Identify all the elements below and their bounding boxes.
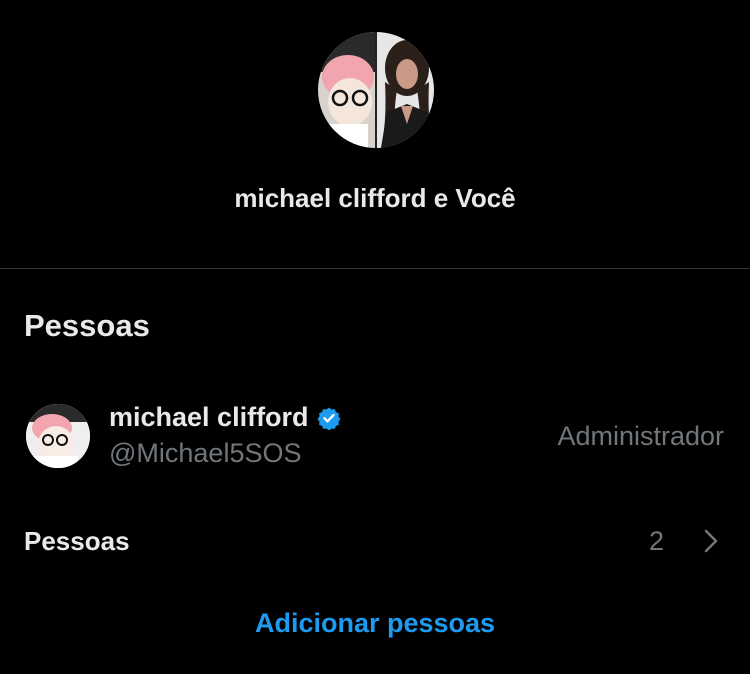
member-name-wrapper: michael clifford	[109, 402, 341, 433]
member-handle: @Michael5SOS	[109, 438, 302, 468]
divider	[0, 268, 750, 269]
member-row[interactable]: michael clifford @Michael5SOS Administra…	[0, 400, 750, 472]
verified-badge-icon	[317, 407, 341, 430]
member-name: michael clifford	[109, 402, 309, 432]
section-title-people: Pessoas	[24, 308, 150, 343]
people-count: 2	[648, 526, 664, 556]
add-people-button[interactable]: Adicionar pessoas	[0, 608, 750, 639]
group-avatar-member-1	[318, 32, 375, 148]
people-row-label: Pessoas	[24, 526, 130, 556]
member-role: Administrador	[557, 421, 724, 451]
group-title: michael clifford e Você	[234, 183, 516, 213]
people-count-row[interactable]: Pessoas 2	[0, 520, 750, 564]
group-avatar-member-2	[377, 32, 434, 148]
avatar[interactable]	[26, 404, 90, 468]
chevron-right-icon	[704, 529, 718, 553]
avatar-image	[26, 404, 90, 468]
group-avatar[interactable]	[318, 32, 434, 148]
